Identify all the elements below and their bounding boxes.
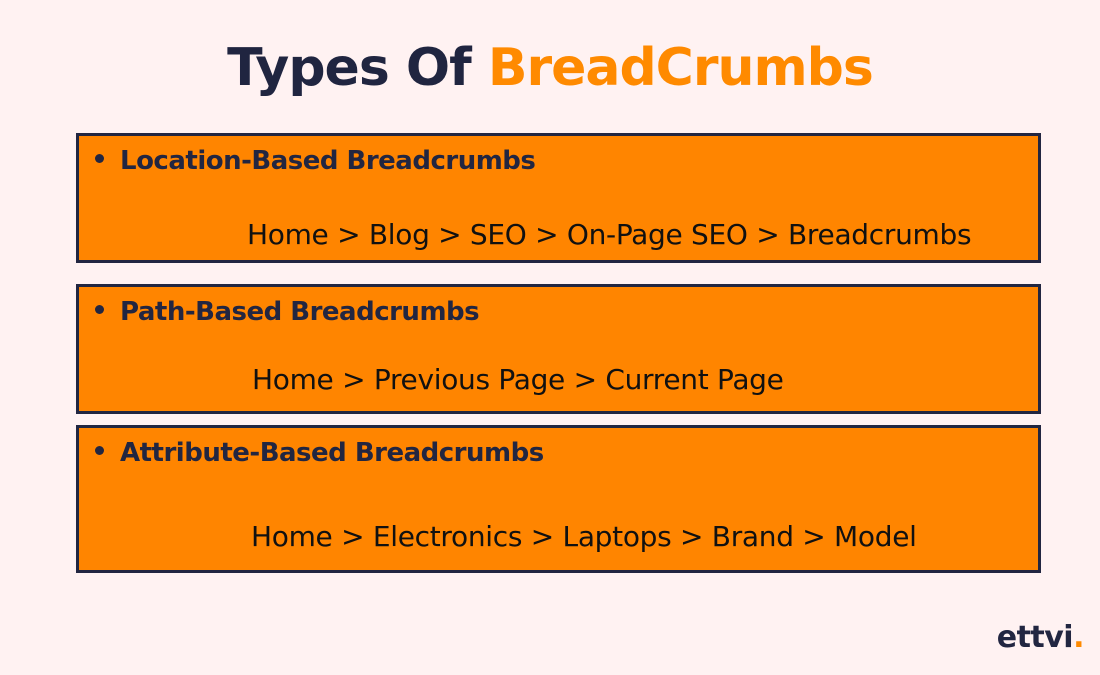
- breadcrumb-example: Home > Previous Page > Current Page: [252, 363, 784, 396]
- breadcrumb-type-card-attribute: Attribute-Based Breadcrumbs Home > Elect…: [76, 425, 1041, 573]
- breadcrumb-type-card-path: Path-Based Breadcrumbs Home > Previous P…: [76, 284, 1041, 414]
- card-heading: Location-Based Breadcrumbs: [95, 146, 536, 176]
- logo-text: ettvi: [996, 620, 1074, 655]
- title-part-1: Types Of: [227, 38, 488, 98]
- logo-dot: .: [1073, 620, 1084, 655]
- ettvi-logo: ettvi.: [996, 620, 1085, 655]
- bullet-icon: [95, 446, 104, 455]
- bullet-icon: [95, 305, 104, 314]
- card-heading-text: Path-Based Breadcrumbs: [120, 297, 480, 327]
- breadcrumb-type-card-location: Location-Based Breadcrumbs Home > Blog >…: [76, 133, 1041, 263]
- breadcrumb-example: Home > Blog > SEO > On-Page SEO > Breadc…: [247, 218, 972, 251]
- breadcrumb-example: Home > Electronics > Laptops > Brand > M…: [251, 520, 917, 553]
- card-heading: Path-Based Breadcrumbs: [95, 297, 480, 327]
- bullet-icon: [95, 154, 104, 163]
- page-title: Types Of BreadCrumbs: [0, 36, 1100, 100]
- card-heading-text: Location-Based Breadcrumbs: [120, 146, 536, 176]
- card-heading: Attribute-Based Breadcrumbs: [95, 438, 544, 468]
- card-heading-text: Attribute-Based Breadcrumbs: [120, 438, 544, 468]
- title-part-2: BreadCrumbs: [487, 38, 874, 98]
